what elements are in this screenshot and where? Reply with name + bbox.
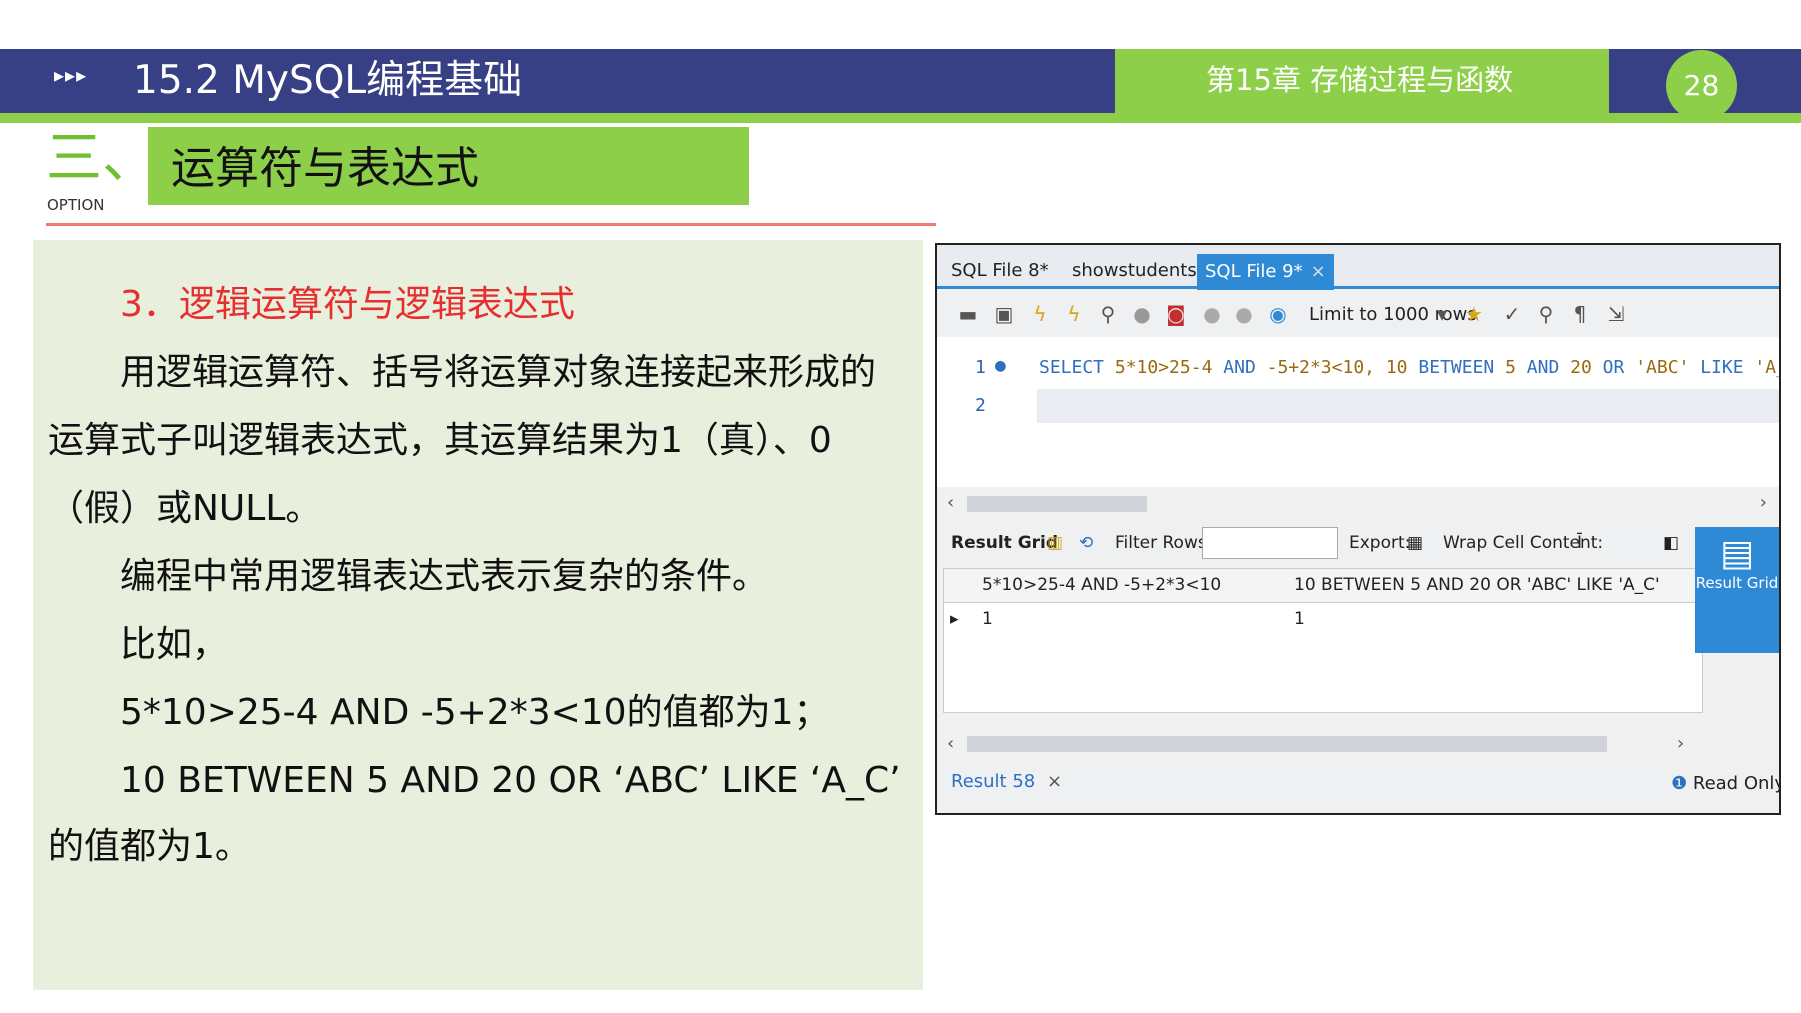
scroll-thumb[interactable] <box>967 736 1607 752</box>
tab-sql-file-8[interactable]: SQL File 8* <box>951 253 1049 289</box>
tab-sql-file-9[interactable]: SQL File 9* × <box>1197 254 1334 290</box>
heading-title: 运算符与表达式 <box>171 143 479 194</box>
chevron-down-icon[interactable]: ▾ <box>1431 302 1453 326</box>
read-only-indicator: ❶ Read Only <box>1671 773 1781 794</box>
export-icon[interactable]: ▦ <box>1407 533 1423 553</box>
content-line: 的值都为1。 <box>48 826 251 867</box>
content-line: 编程中常用逻辑表达式表示复杂的条件。 <box>120 556 769 597</box>
refresh-icon[interactable]: ⟲ <box>1079 533 1093 553</box>
workbench-screenshot: SQL File 8* showstudents SQL File 9* × ▬ … <box>935 243 1781 815</box>
result-tab[interactable]: Result 58 × <box>951 771 1062 792</box>
heading-option: OPTION <box>47 196 105 214</box>
stop-icon[interactable]: ● <box>1131 302 1153 326</box>
execute-icon[interactable]: ϟ <box>1029 302 1051 326</box>
folder-icon[interactable]: ▬ <box>957 302 979 326</box>
result-tab-label: Result 58 <box>951 771 1036 792</box>
editor-scrollbar[interactable]: ‹ › <box>937 492 1779 516</box>
sql-code: SELECT 5*10>25-4 AND -5+2*3<10, 10 BETWE… <box>1039 357 1779 378</box>
info-icon: ❶ <box>1671 773 1688 794</box>
result-toolbar: Result Grid ▥ ⟲ Filter Rows: Export: ▦ W… <box>937 521 1703 565</box>
section-title: 15.2 MySQL编程基础 <box>133 58 523 103</box>
page-number: 28 <box>1666 50 1737 121</box>
line-number: 2 <box>975 395 986 416</box>
column-header[interactable]: 10 BETWEEN 5 AND 20 OR 'ABC' LIKE 'A_C' <box>1294 575 1660 595</box>
chapter-title: 第15章 存储过程与函数 <box>1206 63 1514 97</box>
close-icon[interactable]: × <box>1311 261 1326 282</box>
wrap-icon[interactable]: Ī <box>1577 533 1582 553</box>
column-header[interactable]: 5*10>25-4 AND -5+2*3<10 <box>982 575 1221 595</box>
rollback-icon[interactable]: ● <box>1233 302 1255 326</box>
star-icon[interactable]: ★ <box>1463 302 1485 326</box>
header-underline <box>0 113 1801 123</box>
result-grid-icon: ▤ <box>1719 533 1754 574</box>
row-pointer-icon: ▸ <box>950 609 959 629</box>
result-grid: 5*10>25-4 AND -5+2*3<10 10 BETWEEN 5 AND… <box>943 568 1703 713</box>
result-grid-button[interactable]: ▤ Result Grid <box>1695 527 1779 653</box>
scroll-right-icon[interactable]: › <box>1760 492 1767 513</box>
search-icon[interactable]: ⚲ <box>1535 302 1557 326</box>
grid-scrollbar[interactable]: ‹ › <box>937 733 1703 755</box>
content-line: 运算式子叫逻辑表达式，其运算结果为1（真）、0 <box>48 420 832 461</box>
sql-editor[interactable]: 1 ● 2 SELECT 5*10>25-4 AND -5+2*3<10, 10… <box>937 337 1779 487</box>
scroll-right-icon[interactable]: › <box>1677 733 1684 754</box>
heading-number: 三、 <box>46 126 158 191</box>
slide: ▸▸▸ 15.2 MySQL编程基础 第15章 存储过程与函数 28 三、 运算… <box>0 0 1801 1013</box>
content-line: 10 BETWEEN 5 AND 20 OR ‘ABC’ LIKE ‘A_C’ <box>120 760 901 801</box>
editor-toolbar: ▬ ▣ ϟ ϟ ⚲ ● ◙ ● ● ◉ Limit to 1000 rows ▾… <box>937 292 1779 336</box>
invisible-chars-icon[interactable]: ¶ <box>1569 302 1591 326</box>
tab-label: SQL File 9* <box>1205 261 1303 282</box>
commit-icon[interactable]: ● <box>1201 302 1223 326</box>
autocommit-icon[interactable]: ◉ <box>1267 302 1289 326</box>
line-number: 1 <box>975 357 986 378</box>
read-only-label: Read Only <box>1692 773 1781 794</box>
tab-bar: SQL File 8* showstudents SQL File 9* × <box>937 245 1779 290</box>
scroll-left-icon[interactable]: ‹ <box>947 492 954 513</box>
beautify-icon[interactable]: ✓ <box>1501 302 1523 326</box>
arrows-icon: ▸▸▸ <box>54 63 88 87</box>
content-line: 5*10>25-4 AND -5+2*3<10的值都为1； <box>120 692 830 733</box>
explain-icon[interactable]: ⚲ <box>1097 302 1119 326</box>
content-line: 用逻辑运算符、括号将运算对象连接起来形成的 <box>120 352 877 393</box>
content-line: （假）或NULL。 <box>48 488 322 529</box>
result-grid-button-label: Result Grid <box>1695 574 1779 592</box>
panel-toggle-icon[interactable]: ◧ <box>1663 533 1679 553</box>
execution-dot-icon: ● <box>995 355 1006 376</box>
save-icon[interactable]: ▣ <box>993 302 1015 326</box>
filter-rows-input[interactable] <box>1202 527 1338 559</box>
table-cell[interactable]: 1 <box>982 609 993 629</box>
grid-icon[interactable]: ▥ <box>1047 533 1063 553</box>
status-bar: Result 58 × ❶ Read Only <box>937 757 1781 813</box>
close-icon[interactable]: × <box>1047 771 1062 792</box>
scroll-thumb[interactable] <box>967 496 1147 512</box>
current-line-highlight <box>1037 389 1779 423</box>
filter-rows-label: Filter Rows: <box>1115 533 1213 553</box>
text-panel: 3．逻辑运算符与逻辑表达式 用逻辑运算符、括号将运算对象连接起来形成的 运算式子… <box>33 240 923 990</box>
wrap-icon[interactable]: ⇲ <box>1605 302 1627 326</box>
tab-showstudents[interactable]: showstudents <box>1072 253 1197 289</box>
execute-current-icon[interactable]: ϟ <box>1063 302 1085 326</box>
result-grid-label[interactable]: Result Grid <box>951 533 1058 553</box>
toggle-icon[interactable]: ◙ <box>1165 302 1187 326</box>
scroll-left-icon[interactable]: ‹ <box>947 733 954 754</box>
content-subtitle: 3．逻辑运算符与逻辑表达式 <box>120 284 575 325</box>
heading-rule <box>46 223 936 226</box>
table-cell[interactable]: 1 <box>1294 609 1305 629</box>
export-label: Export: <box>1349 533 1411 553</box>
content-line: 比如， <box>120 624 229 665</box>
